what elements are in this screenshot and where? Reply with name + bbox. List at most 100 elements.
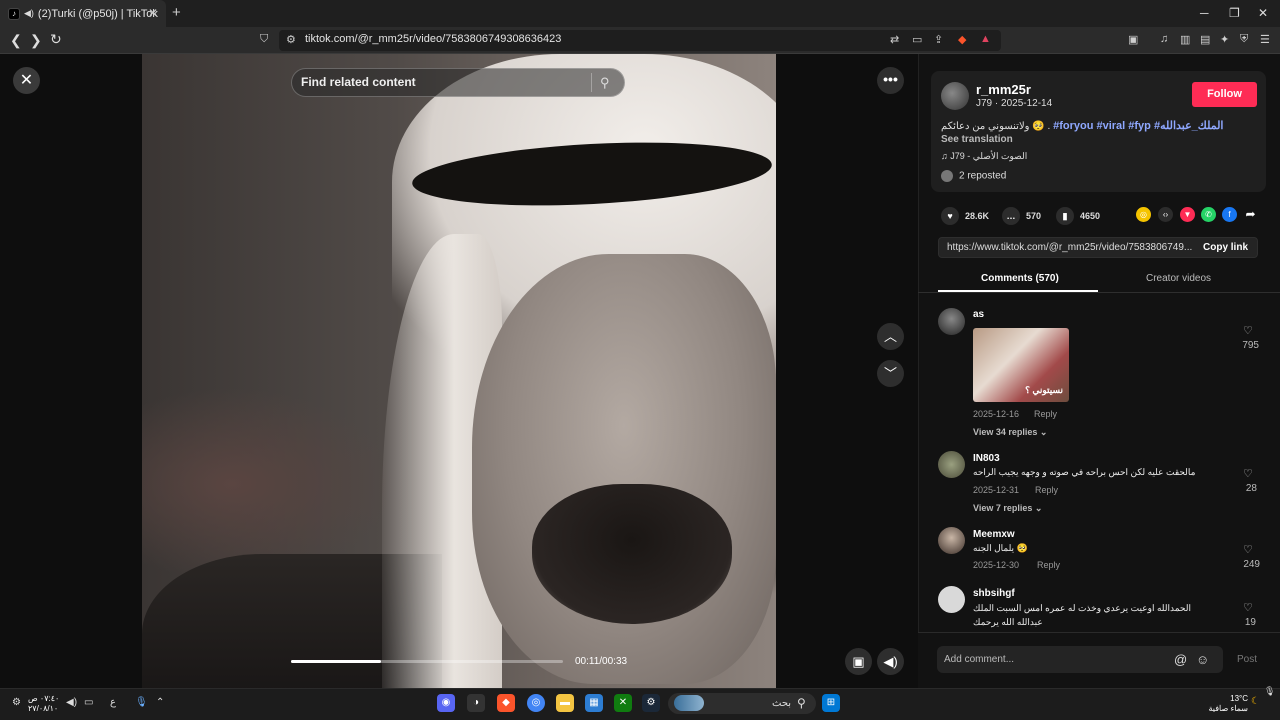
comment-username[interactable]: as (973, 309, 984, 320)
site-info-icon[interactable]: ⚙ (286, 33, 296, 46)
find-related-placeholder[interactable]: Find related content (301, 75, 416, 89)
comment-avatar[interactable] (938, 586, 965, 613)
more-options-button[interactable]: ••• (877, 67, 904, 94)
copy-link-button[interactable]: Copy link (1203, 242, 1248, 253)
taskbar-weather[interactable]: 13°C سماء صافية (1208, 694, 1248, 714)
forward-icon[interactable]: ❯ (30, 32, 42, 49)
emoji-icon[interactable]: ☺ (1196, 652, 1209, 667)
discord-taskbar-icon[interactable]: ◉ (437, 694, 455, 712)
next-video-button[interactable]: ﹀ (877, 360, 904, 387)
comment-avatar[interactable] (938, 451, 965, 478)
share-arrow-icon[interactable]: ➦ (1243, 207, 1258, 222)
language-icon[interactable]: ع (110, 697, 116, 708)
heart-icon: ♥ (941, 207, 959, 225)
minimize-icon[interactable]: ─ (1200, 6, 1209, 20)
follow-button[interactable]: Follow (1192, 82, 1257, 107)
settings-tray-icon[interactable]: ⚙ (12, 697, 21, 708)
github-taskbar-icon[interactable]: ◑ (467, 694, 485, 712)
network-icon[interactable]: ▭ (84, 697, 93, 708)
maximize-icon[interactable]: ❐ (1229, 6, 1240, 20)
back-icon[interactable]: ❮ (10, 32, 22, 49)
whatsapp-icon[interactable]: ✆ (1201, 207, 1216, 222)
share-link-text[interactable]: https://www.tiktok.com/@r_mm25r/video/75… (947, 242, 1192, 253)
audio-icon[interactable]: ◀) (24, 8, 34, 19)
save-stat[interactable]: ▮ 4650 (1056, 207, 1100, 225)
speaker-icon[interactable]: ◀) (66, 697, 77, 708)
reposted-info[interactable]: 2 reposted (941, 170, 1006, 182)
tray-overflow-icon[interactable]: ⌃ (156, 697, 164, 708)
taskbar-search-text[interactable]: بحث (772, 698, 791, 709)
microphone-icon[interactable]: 🎙 (135, 697, 148, 708)
caption-hashtags[interactable]: #foryou #viral #fyp #الملك_عبدالله (1053, 120, 1223, 132)
menu-icon[interactable]: ☰ (1260, 33, 1270, 46)
tab-close-icon[interactable]: ✕ (148, 6, 158, 20)
comment-image[interactable]: نسيتوني ؟ (973, 328, 1069, 402)
share-coin-icon[interactable]: ◎ (1136, 207, 1151, 222)
video-time: 00:11/00:33 (575, 656, 628, 667)
comment-username[interactable]: shbsihgf (973, 588, 1015, 599)
comment-like-icon[interactable]: ♡ (1243, 324, 1253, 337)
comment-like-icon[interactable]: ♡ (1243, 543, 1253, 556)
tab-comments[interactable]: Comments (570) (981, 273, 1059, 284)
file-explorer-taskbar-icon[interactable]: ▬ (556, 694, 574, 712)
volume-button[interactable]: ◀) (877, 648, 904, 675)
sidebar-icon[interactable]: ▥ (1180, 33, 1190, 46)
search-icon[interactable]: ⚲ (600, 75, 610, 91)
vpn-icon[interactable]: ⛨ (1240, 33, 1248, 46)
video-progress-bar[interactable] (291, 660, 563, 663)
mini-player-button[interactable]: ▣ (845, 648, 872, 675)
window-close-icon[interactable]: ✕ (1258, 6, 1268, 20)
screenshot-icon[interactable]: ▣ (1128, 33, 1138, 46)
author-subline: J79 · 2025-12-14 (976, 98, 1053, 109)
start-icon[interactable]: ⊞ (822, 694, 840, 712)
video-player[interactable] (142, 54, 776, 688)
previous-video-button[interactable]: ︿ (877, 323, 904, 350)
translate-icon[interactable]: ⇄ (890, 33, 899, 46)
search-icon[interactable]: ⚲ (797, 696, 806, 710)
browser-tab[interactable]: ♪ ◀) (2)Turki (@p50j) | TikTok ✕ (0, 0, 166, 27)
tray-mic-icon[interactable]: 🎙 (1264, 686, 1275, 697)
comment-reply-button[interactable]: Reply (1035, 485, 1058, 495)
mention-icon[interactable]: @ (1174, 652, 1187, 667)
brave-rewards-icon[interactable]: ▲ (980, 33, 991, 45)
like-stat[interactable]: ♥ 28.6K (941, 207, 989, 225)
xbox-taskbar-icon[interactable]: ✕ (614, 694, 632, 712)
comment-username[interactable]: IN803 (973, 453, 1000, 464)
see-translation-link[interactable]: See translation (941, 134, 1013, 145)
comment-like-icon[interactable]: ♡ (1243, 601, 1253, 614)
chrome-taskbar-icon[interactable]: ◎ (527, 694, 545, 712)
facebook-icon[interactable]: f (1222, 207, 1237, 222)
author-username[interactable]: r_mm25r (976, 82, 1031, 97)
comment-stat[interactable]: … 570 (1002, 207, 1041, 225)
comment-like-icon[interactable]: ♡ (1243, 467, 1253, 480)
comment-reply-button[interactable]: Reply (1037, 560, 1060, 570)
reload-icon[interactable]: ↻ (50, 31, 62, 48)
steam-taskbar-icon[interactable]: ⚙ (642, 694, 660, 712)
close-video-button[interactable]: ✕ (13, 67, 40, 94)
brave-shield-icon[interactable]: ◆ (958, 33, 966, 46)
comment-username[interactable]: Meemxw (973, 529, 1015, 540)
author-avatar[interactable] (941, 82, 969, 110)
bookmark-page-icon[interactable]: ⛉ (260, 33, 268, 46)
post-comment-button[interactable]: Post (1237, 654, 1257, 665)
comment-avatar[interactable] (938, 308, 965, 335)
cast-icon[interactable]: ▭ (912, 33, 922, 46)
comment-avatar[interactable] (938, 527, 965, 554)
store-taskbar-icon[interactable]: ▦ (585, 694, 603, 712)
media-icon[interactable]: ♫ (1160, 33, 1168, 45)
view-replies-button[interactable]: View 34 replies ⌄ (973, 427, 1047, 438)
embed-code-icon[interactable]: ‹› (1158, 207, 1173, 222)
wallet-icon[interactable]: ▤ (1200, 33, 1210, 46)
share-page-icon[interactable]: ⇪ (934, 33, 943, 46)
new-tab-icon[interactable]: + (172, 4, 181, 21)
brave-taskbar-icon[interactable]: ◆ (497, 694, 515, 712)
tab-creator-videos[interactable]: Creator videos (1146, 273, 1211, 284)
share-send-icon[interactable]: ▼ (1180, 207, 1195, 222)
url-text[interactable]: tiktok.com/@r_mm25r/video/75838067493086… (305, 33, 561, 45)
taskbar-clock[interactable]: ٠٧:٤٠ ص ٢٧/٠٨/١٠ (28, 694, 59, 714)
view-replies-button[interactable]: View 7 replies ⌄ (973, 503, 1042, 514)
leo-icon[interactable]: ✦ (1220, 33, 1229, 46)
comment-reply-button[interactable]: Reply (1034, 409, 1057, 419)
sound-link[interactable]: ♫ J79 - الصوت الأصلي (941, 151, 1027, 162)
mini-player-icon: ▣ (852, 654, 865, 669)
